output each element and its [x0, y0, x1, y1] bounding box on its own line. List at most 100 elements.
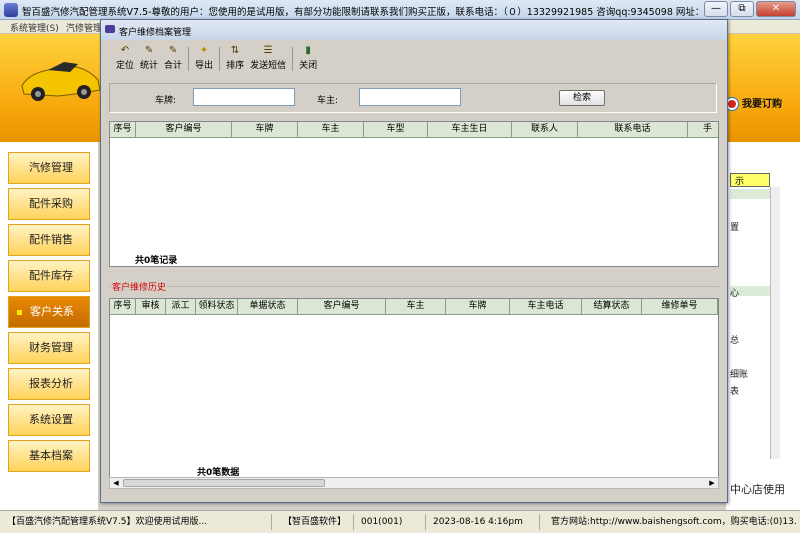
horizontal-scrollbar[interactable]: ◀ ▶	[109, 477, 719, 489]
status-welcome: 【百盛汽修汽配管理系统V7.5】欢迎使用试用版...	[4, 514, 272, 530]
status-bar: 【百盛汽修汽配管理系统V7.5】欢迎使用试用版... 【智百盛软件】 001(0…	[0, 510, 800, 533]
minimize-button[interactable]: —	[704, 1, 728, 17]
nav-item-settings[interactable]: 系统设置	[8, 404, 90, 436]
column-header[interactable]: 序号	[110, 299, 136, 314]
main-window-title: 智百盛汽修汽配管理系统V7.5-尊敬的用户：您使用的是试用版，有部分功能限制请联…	[22, 7, 722, 18]
column-header[interactable]: 车主	[298, 122, 364, 137]
customer-archive-dialog: 客户维修档案管理 ↶ 定位 ✎ 统计 ✎ 合计 ✦ 导出 ⇅ 排序 ☰ 发送短信	[100, 19, 728, 503]
menu-repair[interactable]: 汽修管理	[66, 21, 102, 34]
app-icon	[4, 3, 18, 17]
column-header[interactable]: 车型	[364, 122, 428, 137]
toolbar-separator	[188, 47, 190, 71]
column-header[interactable]: 审核	[136, 299, 166, 314]
nav-item-customer-relations[interactable]: 客户关系	[8, 296, 90, 328]
nav-item-parts-stock[interactable]: 配件库存	[8, 260, 90, 292]
dialog-toolbar: ↶ 定位 ✎ 统计 ✎ 合计 ✦ 导出 ⇅ 排序 ☰ 发送短信 ▮ 关闭	[113, 45, 320, 73]
dialog-title: 客户维修档案管理	[119, 28, 192, 38]
history-grid-header: 序号 审核 派工 领料状态 单据状态 客户编号 车主 车牌 车主电话 结算状态 …	[110, 299, 718, 315]
close-dialog-button[interactable]: ▮ 关闭	[296, 45, 320, 73]
nav-item-label: 客户关系	[30, 305, 74, 318]
status-website: 官方网站:http://www.baishengsoft.com，购买电话:(0…	[551, 517, 797, 527]
close-dialog-label: 关闭	[299, 61, 318, 71]
export-icon: ✦	[199, 45, 209, 56]
owner-label: 车主:	[317, 96, 339, 106]
nav-item-base-records[interactable]: 基本档案	[8, 440, 90, 472]
status-datetime: 2023-08-16 4:16pm	[430, 514, 540, 530]
column-header[interactable]: 序号	[110, 122, 136, 137]
menu-system[interactable]: 系统管理(S)	[10, 21, 59, 34]
right-panel-snippet: 表	[730, 387, 740, 397]
column-header[interactable]: 领料状态	[196, 299, 238, 314]
toolbar-separator	[219, 47, 221, 71]
stats-button[interactable]: ✎ 统计	[137, 45, 161, 73]
scroll-left-icon[interactable]: ◀	[110, 478, 122, 488]
sum-icon: ✎	[168, 45, 178, 56]
plate-label: 车牌:	[155, 96, 177, 106]
history-divider	[109, 286, 719, 287]
history-grid[interactable]: 序号 审核 派工 领料状态 单据状态 客户编号 车主 车牌 车主电话 结算状态 …	[109, 298, 719, 478]
column-header[interactable]: 联系人	[512, 122, 578, 137]
send-sms-button[interactable]: ☰ 发送短信	[247, 45, 289, 73]
send-sms-label: 发送短信	[250, 61, 287, 71]
column-header[interactable]: 联系电话	[578, 122, 688, 137]
column-header[interactable]: 客户编号	[136, 122, 232, 137]
window-controls: — ⧉ ✕	[704, 1, 796, 17]
column-header[interactable]: 结算状态	[582, 299, 642, 314]
nav-item-parts-sales[interactable]: 配件销售	[8, 224, 90, 256]
customer-count: 共0笔记录	[135, 256, 178, 266]
column-header[interactable]: 车主生日	[428, 122, 512, 137]
column-header[interactable]: 客户编号	[298, 299, 386, 314]
sports-car-logo	[21, 62, 101, 101]
column-header[interactable]: 车主	[386, 299, 446, 314]
scroll-thumb[interactable]	[123, 479, 325, 487]
sort-icon: ⇅	[230, 45, 240, 56]
close-door-icon: ▮	[305, 45, 311, 56]
sum-button[interactable]: ✎ 合计	[161, 45, 185, 73]
order-button-label: 我要订购	[742, 99, 782, 110]
column-header[interactable]: 车牌	[446, 299, 510, 314]
close-button[interactable]: ✕	[756, 1, 796, 17]
locate-icon: ↶	[120, 45, 130, 56]
column-header[interactable]: 派工	[166, 299, 196, 314]
status-company: 【智百盛软件】	[280, 514, 354, 530]
customer-grid-header: 序号 客户编号 车牌 车主 车型 车主生日 联系人 联系电话 手	[110, 122, 718, 138]
status-user: 001(001)	[358, 514, 426, 530]
stats-icon: ✎	[144, 45, 154, 56]
history-section-label: 客户维修历史	[111, 280, 168, 293]
customer-grid[interactable]: 序号 客户编号 车牌 车主 车型 车主生日 联系人 联系电话 手	[109, 121, 719, 267]
column-header[interactable]: 车主电话	[510, 299, 582, 314]
sms-icon: ☰	[263, 45, 273, 56]
stats-label: 统计	[140, 61, 159, 71]
column-header[interactable]: 维修单号	[642, 299, 718, 314]
owner-input[interactable]	[359, 88, 461, 106]
right-panel-snippet: 总	[730, 336, 740, 346]
export-label: 导出	[195, 61, 214, 71]
right-panel-scrollbar[interactable]	[770, 187, 780, 459]
column-header[interactable]: 车牌	[232, 122, 298, 137]
export-button[interactable]: ✦ 导出	[192, 45, 216, 73]
right-panel-snippet: 心	[730, 289, 740, 299]
plate-input[interactable]	[193, 88, 295, 106]
right-panel-row	[730, 189, 770, 199]
active-bullet-icon	[17, 309, 22, 315]
toolbar-separator	[292, 47, 294, 71]
nav-item-parts-purchase[interactable]: 配件采购	[8, 188, 90, 220]
dialog-title-bar[interactable]: 客户维修档案管理	[101, 20, 727, 40]
nav-item-reports[interactable]: 报表分析	[8, 368, 90, 400]
search-button[interactable]: 检索	[559, 90, 605, 106]
scroll-right-icon[interactable]: ▶	[706, 478, 718, 488]
order-button[interactable]: 我要订购	[726, 95, 800, 111]
nav-item-finance[interactable]: 财务管理	[8, 332, 90, 364]
sort-label: 排序	[226, 61, 245, 71]
right-panel-tag: 示	[730, 173, 770, 187]
left-nav: 汽修管理 配件采购 配件销售 配件库存 客户关系 财务管理 报表分析 系统设置 …	[0, 142, 98, 510]
sort-button[interactable]: ⇅ 排序	[223, 45, 247, 73]
right-panel-snippet: 置	[730, 223, 740, 233]
column-header[interactable]: 手	[688, 122, 718, 137]
restore-button[interactable]: ⧉	[730, 1, 754, 17]
nav-item-repair[interactable]: 汽修管理	[8, 152, 90, 184]
column-header[interactable]: 单据状态	[238, 299, 298, 314]
locate-button[interactable]: ↶ 定位	[113, 45, 137, 73]
locate-label: 定位	[116, 61, 135, 71]
dialog-app-icon	[105, 25, 115, 33]
